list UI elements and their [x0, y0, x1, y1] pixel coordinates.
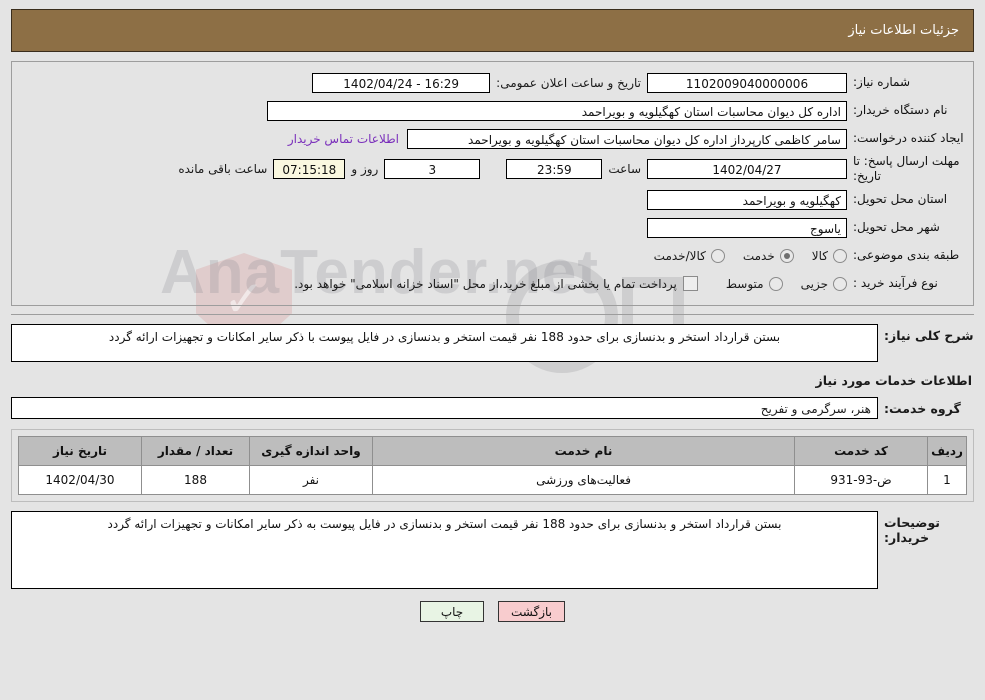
col-header-radif: ردیف: [927, 436, 967, 466]
cell-date: 1402/04/30: [18, 465, 142, 495]
action-button-row: بازگشت چاپ: [0, 601, 985, 622]
radio-subject-kala-khedmat-icon[interactable]: [710, 248, 725, 263]
service-group-label: گروه خدمت:: [884, 400, 961, 416]
cell-unit: نفر: [249, 465, 373, 495]
services-section-title: اطلاعات خدمات مورد نیاز: [815, 373, 973, 388]
col-header-unit: واحد اندازه گیری: [249, 436, 373, 466]
table-row: 1 ض-93-931 فعالیت‌های ورزشی نفر 188 1402…: [18, 465, 967, 495]
row-buyer-org: نام دستگاه خریدار: اداره کل دیوان محاسبا…: [18, 98, 967, 123]
buyer-org-label: نام دستگاه خریدار:: [853, 103, 948, 117]
radio-subject-kala-khedmat-label: کالا/خدمت: [653, 248, 706, 263]
page-root: جزئیات اطلاعات نیاز شماره نیاز: 11020090…: [0, 9, 985, 622]
buyer-notes-resize-grip-icon[interactable]: [14, 578, 23, 587]
radio-subject-khedmat[interactable]: خدمت: [742, 248, 794, 263]
process-type-label: نوع فرآیند خرید :: [853, 276, 938, 290]
radio-subject-kala-khedmat[interactable]: کالا/خدمت: [653, 248, 725, 263]
general-description-textarea[interactable]: بستن قرارداد استخر و بدنسازی برای حدود 1…: [11, 324, 878, 362]
buyer-notes-label: توضیحات خریدار:: [884, 515, 940, 545]
radio-process-motevaset-label: متوسط: [725, 276, 764, 291]
province-label: استان محل تحویل:: [853, 192, 948, 206]
creator-field[interactable]: سامر کاظمی کارپرداز اداره کل دیوان محاسب…: [407, 128, 847, 149]
col-header-name: نام خدمت: [372, 436, 795, 466]
radio-process-jozii-label: جزیی: [800, 276, 828, 291]
deadline-time-field[interactable]: 23:59: [506, 159, 603, 179]
announce-datetime-field[interactable]: 16:29 - 1402/04/24: [312, 72, 491, 93]
announce-label: تاریخ و ساعت اعلان عمومی:: [496, 75, 641, 90]
col-header-qty: تعداد / مقدار: [141, 436, 250, 466]
radio-process-jozii-icon[interactable]: [833, 276, 847, 291]
buyer-notes-block: توضیحات خریدار: بستن قرارداد استخر و بدن…: [11, 511, 974, 589]
buyer-notes-textarea[interactable]: بستن قرارداد استخر و بدنسازی برای حدود 1…: [11, 511, 878, 589]
service-group-field[interactable]: هنر، سرگرمی و تفریح: [11, 397, 878, 419]
need-info-panel: شماره نیاز: 1102009040000006 تاریخ و ساع…: [11, 61, 974, 306]
subject-class-label: طبقه بندی موضوعی:: [853, 248, 960, 262]
cell-qty: 188: [141, 465, 250, 495]
creator-label: ایجاد کننده درخواست:: [853, 131, 964, 145]
row-process-type: نوع فرآیند خرید : جزیی متوسط پرداخت تمام…: [18, 271, 967, 296]
radio-subject-kala-label: کالا: [811, 248, 828, 263]
remaining-days-field[interactable]: 3: [384, 159, 481, 179]
treasury-bond-checkbox[interactable]: [682, 276, 698, 291]
page-header: جزئیات اطلاعات نیاز: [11, 9, 974, 52]
deadline-label: مهلت ارسال پاسخ: تا تاریخ:: [853, 154, 960, 183]
row-creator: ایجاد کننده درخواست: سامر کاظمی کارپرداز…: [18, 126, 967, 151]
remaining-days-label: روز و: [351, 162, 379, 176]
radio-process-motevaset-icon[interactable]: [768, 276, 783, 291]
process-type-radio-group: جزیی متوسط: [708, 276, 847, 291]
radio-process-motevaset[interactable]: متوسط: [725, 276, 783, 291]
row-deadline: مهلت ارسال پاسخ: تا تاریخ: 1402/04/27 سا…: [18, 154, 967, 184]
col-header-date: تاریخ نیاز: [18, 436, 142, 466]
general-description-label: شرح کلی نیاز:: [884, 328, 974, 343]
back-button[interactable]: بازگشت: [498, 601, 565, 622]
radio-subject-kala-icon[interactable]: [833, 248, 847, 263]
deadline-time-label: ساعت: [608, 162, 641, 176]
services-table-head: ردیف کد خدمت نام خدمت واحد اندازه گیری ت…: [18, 436, 967, 466]
province-field[interactable]: کهگیلویه و بویراحمد: [647, 189, 847, 210]
services-table-wrapper: ردیف کد خدمت نام خدمت واحد اندازه گیری ت…: [11, 429, 974, 502]
cell-name: فعالیت‌های ورزشی: [372, 465, 795, 495]
radio-process-jozii[interactable]: جزیی: [800, 276, 847, 291]
city-label: شهر محل تحویل:: [853, 220, 940, 234]
col-header-code: کد خدمت: [794, 436, 928, 466]
treasury-bond-note: پرداخت تمام یا بخشی از مبلغ خرید،از محل …: [294, 276, 677, 291]
page-title: جزئیات اطلاعات نیاز: [848, 23, 959, 38]
buyer-contact-link[interactable]: اطلاعات تماس خریدار: [280, 132, 407, 146]
need-number-field[interactable]: 1102009040000006: [647, 72, 847, 93]
row-city: شهر محل تحویل: یاسوج: [18, 215, 967, 240]
remaining-hours-field[interactable]: 07:15:18: [273, 159, 346, 179]
general-description-block: شرح کلی نیاز: بستن قرارداد استخر و بدنسا…: [11, 324, 974, 362]
city-field[interactable]: یاسوج: [647, 217, 847, 238]
services-table-body: 1 ض-93-931 فعالیت‌های ورزشی نفر 188 1402…: [18, 465, 967, 495]
remaining-hours-label: ساعت باقی مانده: [178, 162, 268, 176]
print-button[interactable]: چاپ: [420, 601, 484, 622]
row-subject-class: طبقه بندی موضوعی: کالا خدمت کالا/خدمت: [18, 243, 967, 268]
treasury-bond-checkbox-item[interactable]: پرداخت تمام یا بخشی از مبلغ خرید،از محل …: [294, 276, 698, 291]
radio-subject-kala[interactable]: کالا: [811, 248, 847, 263]
radio-subject-khedmat-icon[interactable]: [779, 248, 794, 263]
subject-class-radio-group: کالا خدمت کالا/خدمت: [636, 248, 847, 263]
table-header-row: ردیف کد خدمت نام خدمت واحد اندازه گیری ت…: [18, 436, 967, 466]
buyer-org-field[interactable]: اداره کل دیوان محاسبات استان کهگیلویه و …: [267, 100, 847, 121]
deadline-date-field[interactable]: 1402/04/27: [647, 159, 847, 179]
cell-radif: 1: [927, 465, 967, 495]
radio-subject-khedmat-label: خدمت: [742, 248, 775, 263]
resize-grip-icon[interactable]: [14, 351, 23, 360]
need-number-label: شماره نیاز:: [853, 75, 910, 89]
row-need-number: شماره نیاز: 1102009040000006 تاریخ و ساع…: [18, 70, 967, 95]
row-province: استان محل تحویل: کهگیلویه و بویراحمد: [18, 187, 967, 212]
section-divider: [11, 314, 974, 315]
row-service-group: گروه خدمت: هنر، سرگرمی و تفریح: [11, 397, 974, 419]
cell-code: ض-93-931: [794, 465, 928, 495]
services-table: ردیف کد خدمت نام خدمت واحد اندازه گیری ت…: [18, 436, 967, 495]
